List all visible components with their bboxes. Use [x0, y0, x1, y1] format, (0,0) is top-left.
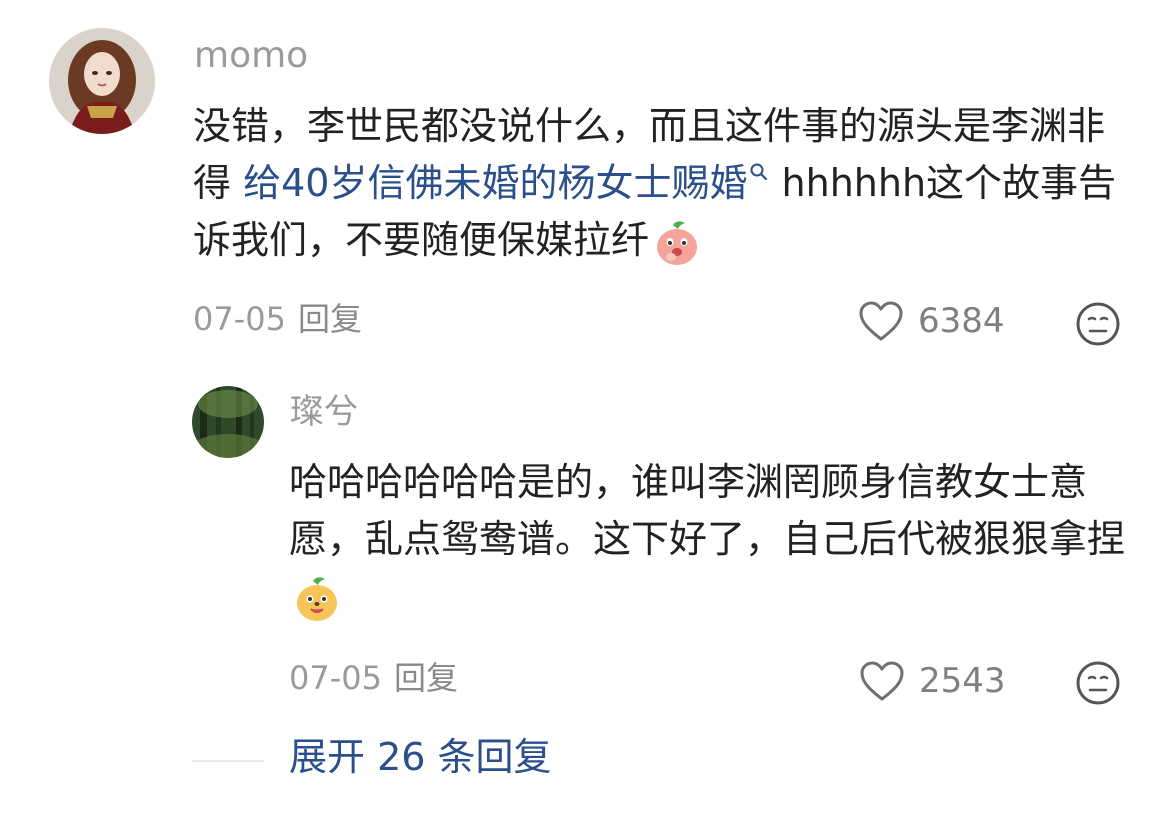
peach-smile-emoji	[297, 576, 337, 621]
commenter-username[interactable]: momo	[194, 38, 308, 74]
search-icon	[750, 163, 768, 181]
reply-date: 07-05	[289, 659, 382, 697]
reply-like-button[interactable]: 2543	[859, 660, 1006, 702]
comment-date: 07-05	[193, 300, 286, 338]
comment-text: 没错，李世民都没说什么，而且这件事的源头是李渊非得 给40岁信佛未婚的杨女士赐婚…	[193, 98, 1128, 269]
like-button[interactable]: 6384	[858, 300, 1005, 342]
neutral-face-icon[interactable]	[1075, 301, 1121, 347]
topic-link-text: 给40岁信佛未婚的杨女士赐婚	[243, 161, 748, 205]
commenter-avatar[interactable]	[49, 28, 155, 134]
heart-icon	[860, 661, 904, 701]
reply-like-count: 2543	[919, 661, 1006, 701]
reply-meta: 07-05 回复	[289, 662, 458, 694]
reply-text-content: 哈哈哈哈哈哈是的，谁叫李渊罔顾身信教女士意愿，乱点鸳鸯谱。这下好了，自己后代被狠…	[289, 460, 1126, 561]
expand-divider	[192, 760, 264, 762]
peach-emoji	[657, 220, 698, 265]
reply-button[interactable]: 回复	[298, 300, 362, 338]
expand-replies-button[interactable]: 展开 26 条回复	[289, 738, 552, 776]
reply-text: 哈哈哈哈哈哈是的，谁叫李渊罔顾身信教女士意愿，乱点鸳鸯谱。这下好了，自己后代被狠…	[289, 454, 1129, 625]
comment-meta: 07-05 回复	[193, 303, 362, 335]
topic-link[interactable]: 给40岁信佛未婚的杨女士赐婚	[243, 161, 769, 205]
heart-icon	[859, 301, 903, 341]
like-count: 6384	[918, 301, 1005, 341]
replier-avatar[interactable]	[192, 386, 264, 458]
neutral-face-icon[interactable]	[1075, 660, 1121, 706]
replier-username[interactable]: 璨兮	[290, 395, 358, 429]
reply-reply-button[interactable]: 回复	[394, 659, 458, 697]
